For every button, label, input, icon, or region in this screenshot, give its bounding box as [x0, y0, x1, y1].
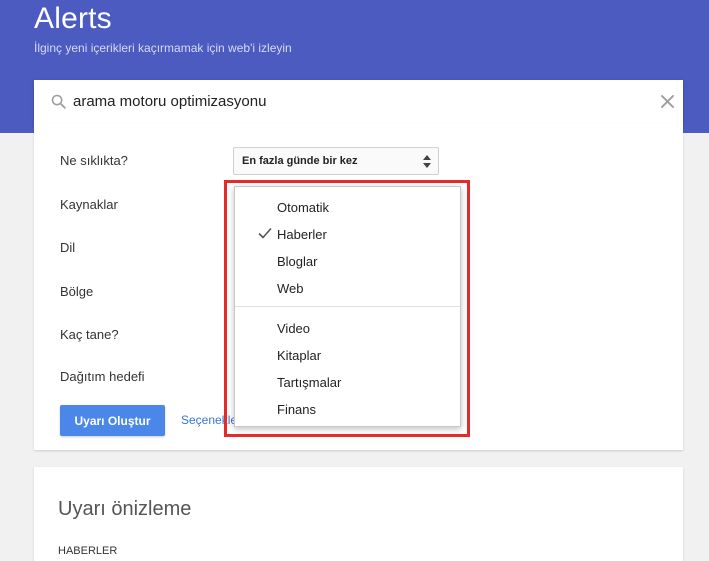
search-bar[interactable]: [34, 80, 683, 123]
page-subtitle: İlginç yeni içerikleri kaçırmamak için w…: [34, 41, 292, 55]
preview-section-heading: HABERLER: [58, 545, 118, 557]
search-input[interactable]: [73, 88, 633, 115]
close-icon[interactable]: [658, 92, 677, 111]
page-title: Alerts: [34, 2, 112, 35]
create-alert-button[interactable]: Uyarı Oluştur: [60, 405, 165, 436]
frequency-label: Ne sıklıkta?: [60, 153, 128, 168]
how-many-label: Kaç tane?: [60, 327, 119, 342]
search-icon: [51, 94, 66, 109]
delivery-label: Dağıtım hedefi: [60, 369, 145, 384]
region-label: Bölge: [60, 284, 94, 299]
sources-label: Kaynaklar: [60, 197, 118, 212]
frequency-value: En fazla günde bir kez: [242, 155, 358, 167]
frequency-select[interactable]: En fazla günde bir kez: [233, 147, 439, 175]
highlight-box: [224, 180, 470, 437]
language-label: Dil: [60, 240, 76, 255]
preview-title: Uyarı önizleme: [58, 498, 192, 520]
alert-preview-card: Uyarı önizleme HABERLER: [34, 467, 683, 561]
select-arrows-icon: [423, 155, 431, 168]
